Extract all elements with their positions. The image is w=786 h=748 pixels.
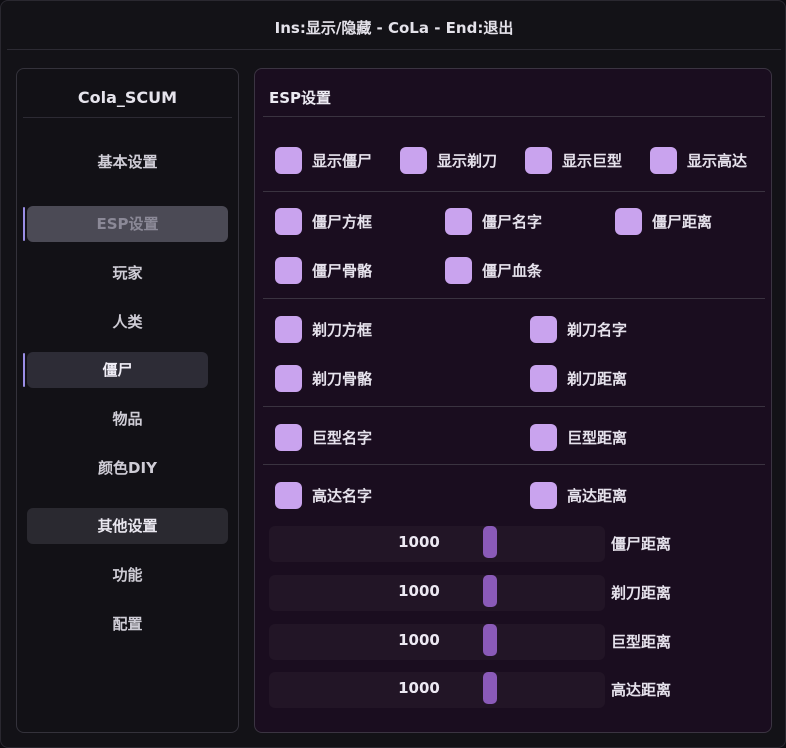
sidebar-item-color-diy[interactable]: 颜色DIY — [27, 450, 228, 486]
giant-distance-slider-row: 1000 巨型距离 — [269, 622, 749, 662]
checkbox-label: 显示巨型 — [562, 151, 623, 170]
puppet-distance-checkbox[interactable]: 剃刀距离 — [530, 364, 627, 392]
checkbox-label: 僵尸骨骼 — [312, 261, 373, 280]
brand-title: Cola_SCUM — [23, 79, 232, 118]
checkbox-box — [400, 146, 427, 174]
sidebar-item-basic-settings[interactable]: 基本设置 — [27, 144, 228, 180]
giant-distance-checkbox[interactable]: 巨型距离 — [530, 423, 627, 451]
section-divider — [263, 464, 765, 465]
checkbox-box — [275, 207, 302, 235]
giant-name-checkbox[interactable]: 巨型名字 — [275, 423, 372, 451]
slider-value: 1000 — [398, 631, 440, 649]
window-title: Ins:显示/隐藏 - CoLa - End:退出 — [7, 9, 781, 50]
slider-label: 僵尸距离 — [611, 535, 672, 553]
checkbox-label: 剃刀名字 — [567, 320, 628, 339]
show-puppet-checkbox[interactable]: 显示剃刀 — [400, 146, 497, 174]
checkbox-box — [530, 423, 557, 451]
sidebar-item-esp-settings[interactable]: ESP设置 — [27, 206, 228, 242]
slider-label: 剃刀距离 — [611, 584, 672, 602]
checkbox-box — [530, 315, 557, 343]
slider-thumb[interactable] — [483, 526, 497, 558]
checkbox-label: 僵尸血条 — [482, 261, 543, 280]
checkbox-label: 巨型名字 — [312, 428, 373, 447]
checkbox-label: 僵尸方框 — [312, 212, 373, 231]
zombie-box-checkbox[interactable]: 僵尸方框 — [275, 207, 372, 235]
checkbox-box — [275, 256, 302, 284]
panel-heading: ESP设置 — [263, 79, 765, 117]
gundam-distance-checkbox[interactable]: 高达距离 — [530, 481, 627, 509]
puppet-distance-slider-row: 1000 剃刀距离 — [269, 573, 749, 613]
puppet-box-checkbox[interactable]: 剃刀方框 — [275, 315, 372, 343]
checkbox-label: 剃刀距离 — [567, 369, 628, 388]
gundam-distance-slider-row: 1000 高达距离 — [269, 670, 749, 710]
slider-value: 1000 — [398, 533, 440, 551]
puppet-skeleton-checkbox[interactable]: 剃刀骨骼 — [275, 364, 372, 392]
zombie-name-checkbox[interactable]: 僵尸名字 — [445, 207, 542, 235]
checkbox-box — [530, 364, 557, 392]
section-divider — [263, 298, 765, 299]
section-divider — [263, 191, 765, 192]
checkbox-label: 僵尸名字 — [482, 212, 543, 231]
zombie-skeleton-checkbox[interactable]: 僵尸骨骼 — [275, 256, 372, 284]
checkbox-box — [530, 481, 557, 509]
slider-thumb[interactable] — [483, 624, 497, 656]
zombie-distance-checkbox[interactable]: 僵尸距离 — [615, 207, 712, 235]
checkbox-label: 高达距离 — [567, 486, 628, 505]
sidebar-item-players[interactable]: 玩家 — [27, 255, 228, 291]
gundam-name-checkbox[interactable]: 高达名字 — [275, 481, 372, 509]
selected-indicator — [23, 353, 25, 387]
show-gundam-checkbox[interactable]: 显示高达 — [650, 146, 747, 174]
checkbox-label: 显示僵尸 — [312, 151, 373, 170]
checkbox-label: 巨型距离 — [567, 428, 628, 447]
sidebar-item-humans[interactable]: 人类 — [27, 304, 228, 340]
checkbox-box — [650, 146, 677, 174]
checkbox-box — [525, 146, 552, 174]
checkbox-box — [445, 207, 472, 235]
checkbox-label: 剃刀骨骼 — [312, 369, 373, 388]
puppet-name-checkbox[interactable]: 剃刀名字 — [530, 315, 627, 343]
slider-label: 高达距离 — [611, 681, 672, 699]
sidebar-item-zombies[interactable]: 僵尸 — [27, 352, 208, 388]
checkbox-box — [615, 207, 642, 235]
sidebar: Cola_SCUM 基本设置 ESP设置 玩家 人类 僵尸 物品 颜色DIY 其… — [16, 68, 239, 733]
checkbox-box — [275, 423, 302, 451]
sidebar-item-other-settings[interactable]: 其他设置 — [27, 508, 228, 544]
sidebar-item-functions[interactable]: 功能 — [27, 557, 228, 593]
sidebar-item-items[interactable]: 物品 — [27, 401, 228, 437]
slider-thumb[interactable] — [483, 672, 497, 704]
checkbox-label: 僵尸距离 — [652, 212, 713, 231]
checkbox-label: 显示高达 — [687, 151, 748, 170]
sidebar-item-config[interactable]: 配置 — [27, 606, 228, 642]
checkbox-box — [275, 481, 302, 509]
checkbox-label: 显示剃刀 — [437, 151, 498, 170]
show-zombie-checkbox[interactable]: 显示僵尸 — [275, 146, 372, 174]
show-giant-checkbox[interactable]: 显示巨型 — [525, 146, 622, 174]
section-divider — [263, 406, 765, 407]
slider-value: 1000 — [398, 679, 440, 697]
app-window: Ins:显示/隐藏 - CoLa - End:退出 Cola_SCUM 基本设置… — [0, 0, 786, 748]
zombie-distance-slider-row: 1000 僵尸距离 — [269, 524, 749, 564]
slider-label: 巨型距离 — [611, 633, 672, 651]
zombie-health-checkbox[interactable]: 僵尸血条 — [445, 256, 542, 284]
checkbox-label: 高达名字 — [312, 486, 373, 505]
esp-settings-panel: ESP设置 显示僵尸 显示剃刀 显示巨型 显示高达 僵尸方框 僵尸名字 僵尸距离… — [254, 68, 772, 733]
checkbox-label: 剃刀方框 — [312, 320, 373, 339]
checkbox-box — [275, 364, 302, 392]
slider-value: 1000 — [398, 582, 440, 600]
checkbox-box — [275, 146, 302, 174]
active-indicator — [23, 207, 25, 241]
checkbox-box — [445, 256, 472, 284]
slider-thumb[interactable] — [483, 575, 497, 607]
checkbox-box — [275, 315, 302, 343]
